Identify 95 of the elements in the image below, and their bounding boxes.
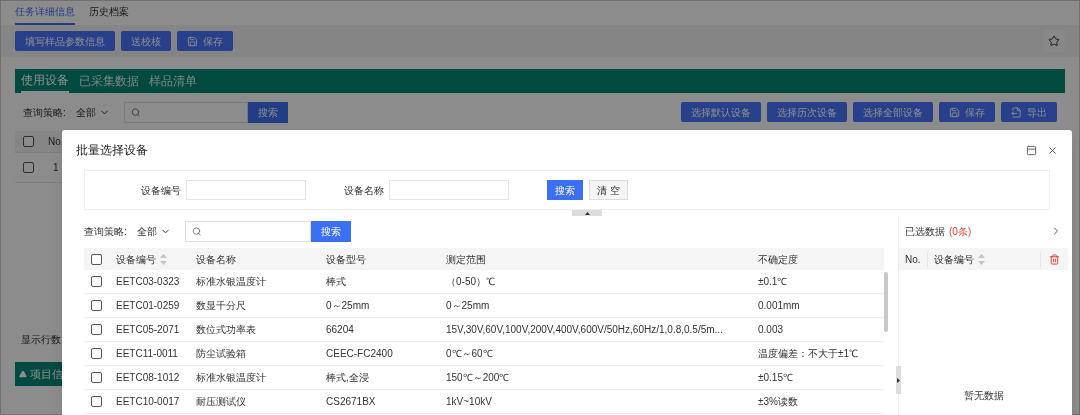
page-tab[interactable]: 历史档案 bbox=[89, 4, 129, 25]
table-cell: 0～25mm bbox=[446, 300, 490, 311]
column-header: 设备编号 bbox=[116, 252, 156, 267]
table-cell: 15V,30V,60V,100V,200V,400V,600V/50Hz,60Hz/1,0.8,0.5/5m... bbox=[446, 324, 723, 335]
search-field[interactable] bbox=[123, 101, 248, 123]
action-button[interactable]: 选择全部设备 bbox=[853, 102, 933, 122]
table-cell: 0℃～60℃ bbox=[446, 348, 493, 359]
search-button[interactable]: 搜索 bbox=[247, 101, 288, 123]
save-icon bbox=[187, 35, 198, 47]
row-number: 1 bbox=[53, 161, 59, 175]
column-header: 设备型号 bbox=[326, 252, 366, 267]
table-cell: 0.001mm bbox=[758, 300, 800, 311]
toolbar-button[interactable]: 保存 bbox=[177, 31, 233, 51]
close-icon[interactable] bbox=[1047, 144, 1058, 156]
maximize-icon[interactable] bbox=[1026, 144, 1037, 156]
search-icon bbox=[130, 106, 141, 118]
star-icon bbox=[1048, 35, 1060, 47]
checkbox[interactable] bbox=[90, 396, 102, 407]
column-header: 设备编号 bbox=[933, 252, 974, 267]
side-handle[interactable] bbox=[896, 366, 901, 394]
strategy-dropdown[interactable]: 全部 bbox=[75, 104, 110, 120]
table-cell: CS2671BX bbox=[326, 396, 376, 407]
column-header: 测定范围 bbox=[446, 252, 486, 267]
table-cell: 标准水银温度计 bbox=[196, 372, 266, 383]
table-cell: 棒式,全浸 bbox=[326, 372, 369, 383]
collapse-handle[interactable] bbox=[572, 210, 602, 216]
table-cell: EETC08-1012 bbox=[116, 372, 180, 383]
column-header: 不确定度 bbox=[758, 252, 798, 267]
query-label: 查询策略: bbox=[23, 105, 66, 120]
table-cell: 0～25mm bbox=[326, 300, 370, 311]
table-cell: （0-50）℃ bbox=[446, 276, 495, 287]
table-cell: EETC05-2071 bbox=[116, 324, 180, 335]
checkbox[interactable] bbox=[90, 276, 102, 287]
table-cell: EETC10-0017 bbox=[116, 396, 180, 407]
table-cell: 0.003 bbox=[758, 324, 784, 335]
checkbox[interactable] bbox=[90, 372, 102, 383]
section-tab[interactable]: 样品清单 bbox=[149, 69, 197, 93]
table-cell: CEEC-FC2400 bbox=[326, 348, 393, 359]
footer-label: 显示行数 bbox=[21, 332, 61, 347]
checkbox[interactable] bbox=[90, 324, 102, 335]
clear-button[interactable]: 清 空 bbox=[589, 180, 628, 200]
delete-icon[interactable] bbox=[1049, 253, 1060, 265]
toolbar-button[interactable]: 填写样品参数信息 bbox=[15, 31, 115, 51]
table-cell: 棒式 bbox=[326, 276, 346, 287]
checkbox[interactable] bbox=[23, 162, 34, 173]
table-cell: EETC03-0323 bbox=[116, 276, 180, 287]
selected-count: (0条) bbox=[949, 224, 972, 239]
section-tab[interactable]: 使用设备 bbox=[21, 69, 69, 93]
table-cell: 150℃～200℃ bbox=[446, 372, 510, 383]
section-tab[interactable]: 已采集数据 bbox=[79, 69, 139, 93]
table-cell: 温度偏差：不大于±1℃ bbox=[758, 348, 859, 359]
export-icon bbox=[1011, 106, 1022, 118]
section-title: 项目信 bbox=[30, 366, 63, 382]
caret-up-icon bbox=[584, 211, 590, 215]
action-button[interactable]: 选择默认设备 bbox=[681, 102, 761, 122]
strategy-dropdown[interactable]: 全部 bbox=[136, 223, 171, 239]
table-cell: 1kV~10kV bbox=[446, 396, 492, 407]
table-cell: 数显千分尺 bbox=[196, 300, 246, 311]
table-cell: 数位式功率表 bbox=[196, 324, 256, 335]
search-button[interactable]: 搜索 bbox=[547, 180, 583, 200]
toolbar-button[interactable]: 送校核 bbox=[121, 31, 171, 51]
caret-right-icon bbox=[897, 377, 900, 383]
column-header: No. bbox=[905, 252, 921, 267]
table-cell: ±0.15℃ bbox=[758, 372, 793, 383]
action-button[interactable]: 选择历次设备 bbox=[767, 102, 847, 122]
table-cell: 66204 bbox=[326, 324, 354, 335]
filter-label: 设备名称 bbox=[344, 183, 384, 198]
checkbox[interactable] bbox=[90, 348, 102, 359]
action-button[interactable]: 保存 bbox=[939, 102, 995, 122]
search-button[interactable]: 搜索 bbox=[310, 220, 351, 242]
checkbox[interactable] bbox=[90, 253, 102, 265]
table-cell: EETC11-0011 bbox=[116, 348, 178, 359]
column-header: No. bbox=[48, 135, 64, 149]
search-field[interactable] bbox=[184, 220, 311, 242]
empty-message: 暂无数据 bbox=[963, 389, 1004, 403]
filter-input[interactable] bbox=[389, 180, 509, 200]
table-cell: 耐压测试仪 bbox=[196, 396, 246, 407]
collapse-triangle-icon[interactable] bbox=[19, 370, 27, 378]
dialog-title: 批量选择设备 bbox=[76, 142, 148, 159]
query-label: 查询策略: bbox=[84, 224, 127, 239]
table-cell: 防尘试验箱 bbox=[196, 348, 246, 359]
checkbox[interactable] bbox=[23, 136, 34, 147]
save-icon bbox=[949, 106, 960, 118]
table-cell: ±3%读数 bbox=[758, 396, 798, 407]
filter-input[interactable] bbox=[186, 180, 306, 200]
checkbox[interactable] bbox=[90, 300, 102, 311]
column-header: 设备名称 bbox=[196, 252, 236, 267]
action-button[interactable]: 导出 bbox=[1001, 102, 1057, 122]
scrollbar[interactable] bbox=[884, 272, 888, 332]
selected-title: 已选数据 bbox=[905, 224, 945, 239]
search-icon bbox=[191, 225, 202, 237]
table-cell: ±0.1℃ bbox=[758, 276, 788, 287]
table-cell: EETC01-0259 bbox=[116, 300, 180, 311]
filter-label: 设备编号 bbox=[141, 183, 181, 198]
table-cell: 标准水银温度计 bbox=[196, 276, 266, 287]
